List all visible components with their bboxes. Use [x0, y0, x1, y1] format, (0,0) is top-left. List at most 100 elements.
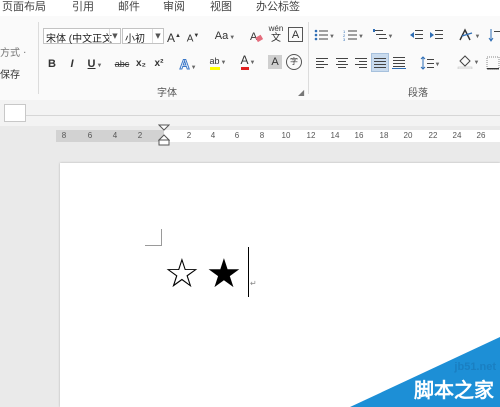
multilevel-list-button[interactable]: ▼ [372, 26, 394, 44]
navigation-band [0, 100, 500, 127]
chevron-down-icon[interactable]: ▼ [152, 29, 163, 43]
superscript-button[interactable]: x² [152, 55, 166, 73]
ruler-tick: 18 [379, 131, 389, 140]
sort-button[interactable] [488, 26, 500, 44]
tab-references[interactable]: 引用 [72, 0, 94, 16]
highlight-color-button[interactable]: ab▼ [205, 52, 231, 70]
text-effects-button[interactable]: A▼ [176, 55, 200, 73]
margin-corner-mark [145, 229, 162, 246]
change-case-label: Aa [214, 30, 229, 42]
decrease-indent-icon [410, 30, 423, 40]
underline-button[interactable]: U▼ [84, 55, 106, 73]
navigation-box[interactable] [4, 104, 26, 122]
numbering-button[interactable]: 1 2 3 ▼ [343, 26, 364, 44]
ribbon-tab-bar: 页面布局 引用 邮件 审阅 视图 办公标签 [0, 0, 500, 16]
font-color-label: A [240, 54, 249, 70]
ruler-tick: 2 [186, 131, 192, 140]
ruler-tick: 4 [112, 131, 118, 140]
distributed-icon [392, 57, 406, 70]
svg-text:3: 3 [343, 37, 346, 42]
multilevel-list-icon [372, 29, 387, 40]
ruler-tick: 16 [354, 131, 364, 140]
enclose-characters-button[interactable]: 字 [286, 54, 302, 70]
chinese-layout-icon [458, 28, 472, 41]
change-case-button[interactable]: Aa▼ [210, 27, 240, 45]
increase-indent-button[interactable] [428, 26, 444, 44]
paragraph-group-label: 段落 [408, 88, 428, 99]
clear-format-button[interactable]: A [248, 27, 264, 45]
group-separator [38, 22, 39, 94]
increase-indent-icon [430, 30, 443, 40]
font-name-value: 宋体 (中文正文 [46, 34, 113, 45]
font-color-button[interactable]: A▼ [236, 52, 260, 70]
watermark-domain: jb51.net [454, 361, 496, 373]
eraser-icon: A [250, 31, 264, 43]
bullet-list-icon [314, 29, 328, 41]
grow-font-label: A [167, 31, 176, 45]
tab-review[interactable]: 审阅 [163, 0, 185, 16]
decrease-indent-button[interactable] [408, 26, 424, 44]
tab-mailings[interactable]: 邮件 [118, 0, 140, 16]
align-center-button[interactable] [334, 54, 350, 72]
ruler-track[interactable]: 8 6 4 2 2 4 6 8 10 12 14 16 18 20 22 24 … [56, 130, 500, 142]
shrink-font-button[interactable]: A▼ [186, 27, 200, 45]
align-right-button[interactable] [353, 54, 369, 72]
justify-icon [374, 58, 386, 69]
chevron-down-icon[interactable]: ▼ [109, 29, 120, 43]
hollow-star-symbol: ☆ [164, 251, 200, 297]
font-dialog-launcher-icon[interactable]: ◢ [298, 88, 304, 97]
align-left-button[interactable] [314, 54, 330, 72]
font-size-combo[interactable]: 小初 ▼ [122, 28, 164, 45]
align-right-icon [355, 58, 367, 69]
group-separator [308, 22, 309, 94]
ribbon: 方式 · 保存 宋体 (中文正文 ▼ 小初 ▼ A▲ A▼ Aa▼ A wén … [0, 16, 500, 101]
ruler-tick: 2 [137, 131, 143, 140]
solid-star-symbol: ★ [206, 251, 242, 297]
line-spacing-icon [420, 56, 434, 70]
ruler-tick: 26 [476, 131, 486, 140]
watermark-brand: 脚本之家 [414, 378, 494, 402]
strikethrough-button[interactable]: abc [112, 55, 132, 73]
numbered-list-icon: 123 [343, 29, 357, 42]
band-divider [26, 115, 500, 116]
borders-button[interactable] [486, 54, 500, 72]
italic-button[interactable]: I [66, 55, 78, 73]
indent-marker-icon[interactable] [158, 124, 170, 146]
grow-font-button[interactable]: A▲ [167, 27, 181, 45]
ruler-tick: 8 [61, 131, 67, 140]
align-left-icon [316, 58, 328, 69]
phonetic-guide-button[interactable]: wén 文 [268, 24, 284, 44]
font-name-combo[interactable]: 宋体 (中文正文 ▼ [43, 28, 121, 45]
site-watermark: jb51.net 脚本之家 [350, 337, 500, 407]
ruler-tick: 6 [234, 131, 240, 140]
tab-page-layout[interactable]: 页面布局 [2, 0, 46, 16]
justify-button[interactable] [371, 53, 389, 72]
paragraph-shading-button[interactable]: ▼ [454, 52, 482, 70]
ruler-tick: 10 [281, 131, 291, 140]
character-shading-button[interactable]: A [268, 55, 282, 69]
ruler-tick: 24 [452, 131, 462, 140]
ruler-tick: 4 [210, 131, 216, 140]
ruler-tick: 6 [87, 131, 93, 140]
chinese-layout-button[interactable]: ▼ [456, 26, 482, 44]
tab-view[interactable]: 视图 [210, 0, 232, 16]
bullets-button[interactable]: ▼ [314, 26, 335, 44]
ruler-tick: 22 [428, 131, 438, 140]
text-effects-label: A [179, 56, 190, 73]
ruler-tick: 8 [259, 131, 265, 140]
save-button[interactable]: 保存 [0, 66, 20, 81]
ruler-tick: 20 [403, 131, 413, 140]
character-border-label: A [291, 29, 300, 41]
horizontal-ruler: 8 6 4 2 2 4 6 8 10 12 14 16 18 20 22 24 … [0, 124, 500, 148]
ruler-tick: 12 [306, 131, 316, 140]
line-spacing-button[interactable]: ▼ [418, 54, 442, 72]
bold-button[interactable]: B [46, 55, 58, 73]
ruler-tick: 14 [330, 131, 340, 140]
subscript-button[interactable]: x₂ [134, 55, 148, 73]
tab-office-tabs[interactable]: 办公标签 [256, 0, 300, 16]
format-painter-button[interactable]: 方式 · [0, 44, 26, 59]
paragraph-mark: ↵ [250, 279, 257, 288]
text-cursor [248, 247, 249, 297]
character-border-button[interactable]: A [288, 27, 303, 42]
distributed-button[interactable] [391, 54, 407, 72]
